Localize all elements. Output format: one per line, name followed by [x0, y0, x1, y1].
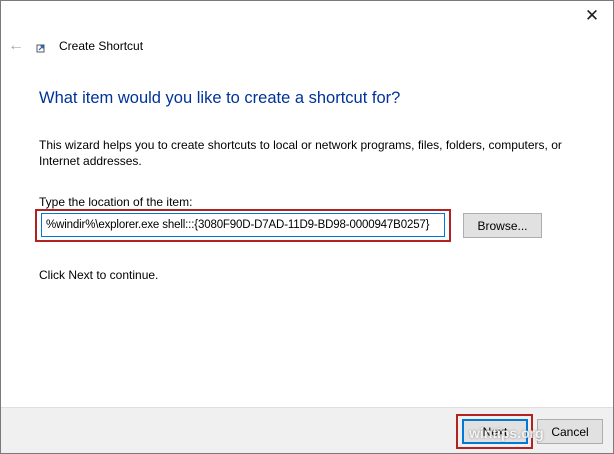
close-icon: ✕: [584, 6, 600, 25]
next-button[interactable]: Next: [462, 419, 528, 444]
cancel-button[interactable]: Cancel: [537, 419, 603, 444]
close-button[interactable]: ✕: [571, 1, 613, 31]
wizard-description: This wizard helps you to create shortcut…: [39, 138, 562, 168]
browse-button[interactable]: Browse...: [463, 213, 542, 238]
window-title: Create Shortcut: [59, 39, 144, 53]
shortcut-icon: [36, 44, 45, 53]
location-input[interactable]: [41, 213, 445, 237]
create-shortcut-window: ✕ ← Create Shortcut What item would you …: [0, 0, 614, 454]
back-arrow-icon: ←: [8, 37, 24, 54]
continue-hint: Click Next to continue.: [39, 268, 159, 282]
location-label: Type the location of the item:: [39, 195, 193, 209]
page-heading: What item would you like to create a sho…: [39, 89, 401, 107]
back-button[interactable]: ←: [5, 35, 27, 57]
